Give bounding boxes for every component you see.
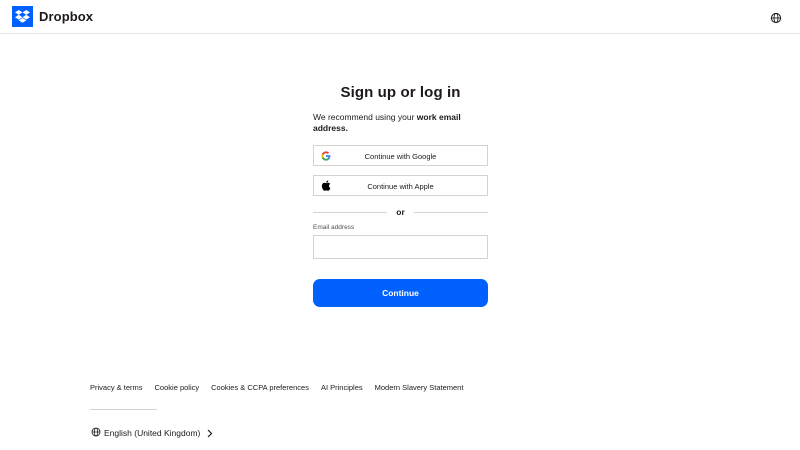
page-title: Sign up or log in [340,84,461,101]
dropbox-logo[interactable]: Dropbox [12,6,93,27]
language-label: English (United Kingdom) [104,428,201,438]
email-label: Email address [313,224,355,231]
footer-link-cookies-ccpa[interactable]: Cookies & CCPA preferences [211,383,309,392]
dropbox-logo-icon [12,6,33,27]
chevron-right-icon [207,429,213,438]
footer-links: Privacy & terms Cookie policy Cookies & … [90,383,475,392]
continue-button[interactable]: Continue [313,279,488,307]
footer-link-cookie-policy[interactable]: Cookie policy [155,383,200,392]
footer-divider [90,409,157,410]
continue-with-apple-button[interactable]: Continue with Apple [313,175,488,196]
or-divider: or [313,206,488,218]
footer-link-ai-principles[interactable]: AI Principles [321,383,363,392]
recommend-text: We recommend using your work email addre… [313,112,488,133]
continue-with-google-button[interactable]: Continue with Google [313,145,488,166]
email-field[interactable] [313,235,488,259]
language-selector[interactable]: English (United Kingdom) [91,427,213,439]
apple-button-label: Continue with Apple [367,182,434,191]
recommend-prefix: We recommend using your [313,112,417,122]
divider-line-right [414,212,488,213]
google-button-label: Continue with Google [364,152,437,161]
footer-link-privacy-terms[interactable]: Privacy & terms [90,383,143,392]
footer-link-modern-slavery[interactable]: Modern Slavery Statement [375,383,464,392]
auth-panel: Sign up or log in We recommend using you… [313,84,488,307]
globe-icon [91,427,101,439]
top-header: Dropbox [0,0,800,34]
globe-icon[interactable] [770,11,782,24]
brand-name: Dropbox [39,9,94,24]
